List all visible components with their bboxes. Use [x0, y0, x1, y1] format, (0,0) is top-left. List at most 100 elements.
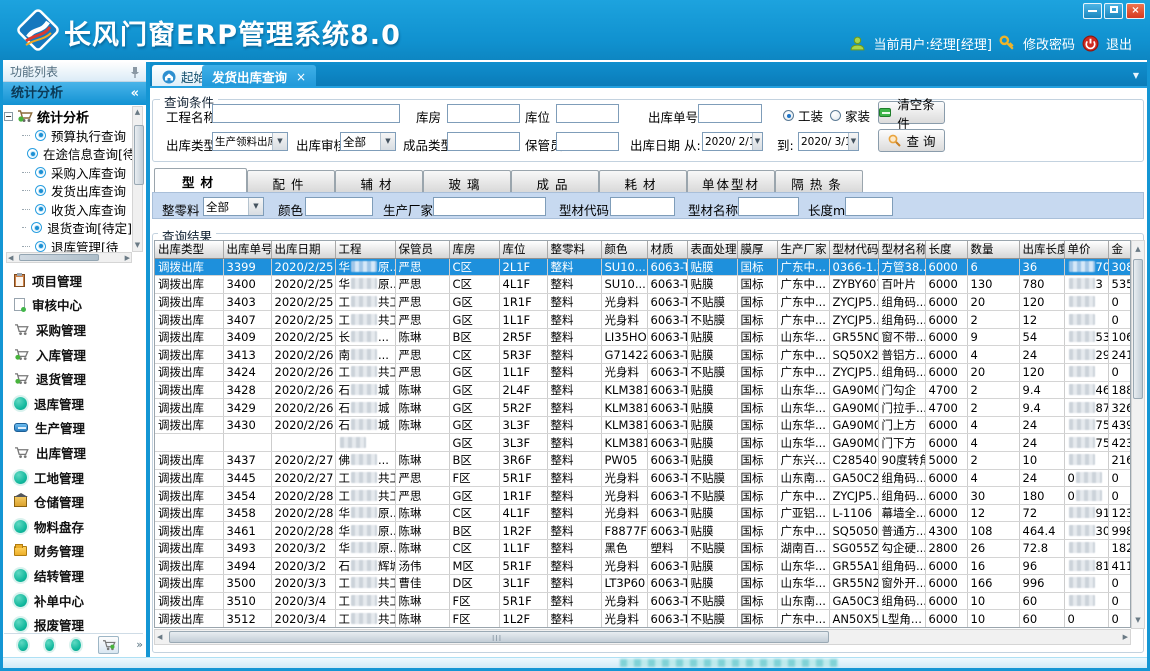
product-type-input[interactable]	[447, 132, 520, 151]
footer-circle-icon[interactable]	[71, 639, 81, 651]
table-row[interactable]: 调拨出库34282020/2/26石城陈琳G区2L4F整料KLM38176063…	[155, 381, 1130, 399]
table-row[interactable]: 调拨出库34942020/3/2石辉城汤伟M区5R1F整料光身料6063-T5贴…	[155, 557, 1130, 575]
sidebar-item-财务管理[interactable]: 财务管理	[4, 539, 142, 564]
table-row[interactable]: 调拨出库34032020/2/25工共工程严思G区1R1F整料光身料6063-T…	[155, 293, 1130, 311]
tree-root-statistics[interactable]: − 统计分析	[4, 106, 132, 126]
table-row[interactable]: 调拨出库34132020/2/26南...严思C区5R3F整料G71422606…	[155, 346, 1130, 364]
length-mm-input[interactable]	[845, 197, 893, 216]
manufacturer-input[interactable]	[433, 197, 546, 216]
table-row[interactable]: 调拨出库34542020/2/28工共工程严思G区1R1F整料光身料6063-T…	[155, 487, 1130, 505]
table-row[interactable]: 调拨出库34372020/2/27佛...陈琳B区3R6F整料PW056063-…	[155, 452, 1130, 470]
tree-item-退货查询[待定][interactable]: 退货查询[待定]	[4, 219, 132, 238]
material-tab-型材[interactable]: 型材	[154, 168, 247, 192]
table-row[interactable]: 调拨出库34292020/2/26石城陈琳G区5R2F整料KLM38176063…	[155, 399, 1130, 417]
sidebar-item-入库管理[interactable]: 入库管理	[4, 342, 142, 367]
scroll-down-icon[interactable]: ▼	[133, 240, 142, 251]
pin-icon[interactable]	[130, 66, 140, 78]
scroll-left-icon[interactable]: ◀	[157, 630, 162, 645]
clear-conditions-button[interactable]: 清空条件	[878, 101, 945, 124]
table-row[interactable]: 调拨出库34612020/2/28华原...陈琳B区1R2F整料F8877FT6…	[155, 522, 1130, 540]
scroll-up-icon[interactable]: ▲	[133, 107, 142, 118]
sidebar-item-采购管理[interactable]: 采购管理	[4, 317, 142, 342]
table-row[interactable]: 调拨出库34582020/2/28华原...陈琳C区4L1F整料光身料6063-…	[155, 504, 1130, 522]
logout-link[interactable]: 退出	[1106, 34, 1132, 53]
table-row[interactable]: 调拨出库34452020/2/27工共工程严思F区5R1F整料光身料6063-T…	[155, 469, 1130, 487]
table-row[interactable]: 调拨出库34242020/2/26工共工程严思G区1L1F整料光身料6063-T…	[155, 364, 1130, 382]
outbound-audit-combo[interactable]: 全部 ▼	[340, 132, 396, 151]
tree-item-收货入库查询[interactable]: 收货入库查询	[4, 200, 132, 219]
table-row[interactable]: G区3L3F整料KLM38176063-T5贴膜国标山东华...GA90M09.…	[155, 434, 1130, 452]
tree-item-采购入库查询[interactable]: 采购入库查询	[4, 163, 132, 182]
column-header-出库长度[interactable]: 出库长度	[1019, 241, 1064, 258]
profile-name-input[interactable]	[738, 197, 799, 216]
warehouse-input[interactable]	[447, 104, 520, 123]
table-row[interactable]: 调拨出库35122020/3/4工共工程陈琳F区1L2F整料光身料6063-T5…	[155, 610, 1130, 628]
column-header-出库日期[interactable]: 出库日期	[271, 241, 335, 258]
table-row[interactable]: 调拨出库34302020/2/26石城陈琳G区3L3F整料KLM38176063…	[155, 416, 1130, 434]
footer-circle-icon[interactable]	[45, 639, 55, 651]
tree-item-在途信息查询[待[interactable]: 在途信息查询[待	[4, 145, 132, 164]
tree-item-退库管理[待[interactable]: 退库管理[待	[4, 237, 132, 252]
search-button[interactable]: 查 询	[878, 129, 945, 152]
keeper-input[interactable]	[556, 132, 619, 151]
table-row[interactable]: 调拨出库34092020/2/25长...陈琳B区2R5F整料LI35HO606…	[155, 328, 1130, 346]
grid-vertical-scrollbar[interactable]: ▲ ▼	[1131, 240, 1145, 629]
change-password-link[interactable]: 修改密码	[1023, 34, 1075, 53]
sidebar-item-项目管理[interactable]: 项目管理	[4, 268, 142, 293]
tab-shipment-outbound-query[interactable]: 发货出库查询 ×	[202, 65, 316, 88]
material-tab-隔热条[interactable]: 隔热条	[775, 170, 863, 192]
sidebar-splitter[interactable]	[146, 62, 150, 668]
project-name-input[interactable]	[212, 104, 400, 123]
sidebar-item-退货管理[interactable]: 退货管理	[4, 366, 142, 391]
tab-close-icon[interactable]: ×	[296, 70, 306, 84]
column-header-库房[interactable]: 库房	[449, 241, 499, 258]
footer-overflow-chevron[interactable]: »	[136, 638, 143, 651]
column-header-单价[interactable]: 单价	[1064, 241, 1108, 258]
sidebar-item-补单中心[interactable]: 补单中心	[4, 588, 142, 613]
column-header-库位[interactable]: 库位	[499, 241, 547, 258]
sidebar-item-退库管理[interactable]: 退库管理	[4, 391, 142, 416]
column-header-颜色[interactable]: 颜色	[601, 241, 647, 258]
material-tab-耗材[interactable]: 耗材	[599, 170, 687, 192]
minimize-button[interactable]	[1083, 3, 1102, 19]
radio-engineering[interactable]: 工装	[783, 106, 823, 125]
table-row[interactable]: 调拨出库35002020/3/3工共工程曹佳D区3L1F整料LT3P606063…	[155, 575, 1130, 593]
sidebar-item-物料盘存[interactable]: 物料盘存	[4, 514, 142, 539]
grid-horizontal-scrollbar[interactable]: ◀ III ▶	[154, 629, 1131, 645]
table-row[interactable]: 调拨出库34932020/3/2华原...陈琳C区1L1F整料黑色塑料不贴膜国标…	[155, 540, 1130, 558]
grid-hscroll-thumb[interactable]: III	[169, 631, 829, 643]
column-header-出库类型[interactable]: 出库类型	[155, 241, 223, 258]
scroll-left-icon[interactable]: ◀	[8, 253, 13, 264]
column-header-出库单号[interactable]: 出库单号	[223, 241, 271, 258]
material-tab-玻璃[interactable]: 玻璃	[423, 170, 511, 192]
location-input[interactable]	[556, 104, 619, 123]
column-header-工程[interactable]: 工程	[335, 241, 395, 258]
tree-item-预算执行查询[interactable]: 预算执行查询	[4, 126, 132, 145]
material-tab-辅材[interactable]: 辅材	[335, 170, 423, 192]
sidebar-item-生产管理[interactable]: 生产管理	[4, 416, 142, 441]
date-from-picker[interactable]: 2020/ 2/16 ▼	[702, 132, 763, 151]
table-row[interactable]: 调拨出库35102020/3/4工共工程陈琳F区5R1F整料光身料6063-T5…	[155, 592, 1130, 610]
scroll-right-icon[interactable]: ▶	[1123, 630, 1128, 645]
sidebar-item-审核中心[interactable]: 审核中心	[4, 293, 142, 318]
collapse-icon[interactable]: «	[131, 82, 139, 105]
material-tab-成品[interactable]: 成品	[511, 170, 599, 192]
column-header-材质[interactable]: 材质	[647, 241, 687, 258]
radio-household[interactable]: 家装	[830, 106, 870, 125]
table-row[interactable]: 调拨出库34072020/2/25工共工程严思G区1L1F整料光身料6063-T…	[155, 311, 1130, 329]
column-header-型材名称[interactable]: 型材名称	[878, 241, 925, 258]
tree-hscroll-thumb[interactable]	[19, 254, 99, 261]
tree-item-发货出库查询[interactable]: 发货出库查询	[4, 182, 132, 201]
sidebar-item-仓储管理[interactable]: 仓储管理	[4, 489, 142, 514]
sidebar-item-工地管理[interactable]: 工地管理	[4, 465, 142, 490]
column-header-金[interactable]: 金	[1108, 241, 1130, 258]
column-header-生产厂家[interactable]: 生产厂家	[777, 241, 829, 258]
tree-expander-icon[interactable]: −	[4, 112, 13, 121]
tab-list-dropdown-icon[interactable]: ▼	[1133, 71, 1139, 80]
scroll-right-icon[interactable]: ▶	[125, 253, 130, 264]
table-row[interactable]: 调拨出库34002020/2/25华原...严思C区4L1F整料SU10...6…	[155, 276, 1130, 294]
table-row[interactable]: 调拨出库33992020/2/25华原...严思C区2L1F整料SU10...6…	[155, 258, 1130, 276]
tree-vscroll-thumb[interactable]	[134, 125, 144, 185]
close-button[interactable]: ×	[1126, 3, 1145, 19]
footer-cart-button[interactable]	[98, 636, 119, 654]
